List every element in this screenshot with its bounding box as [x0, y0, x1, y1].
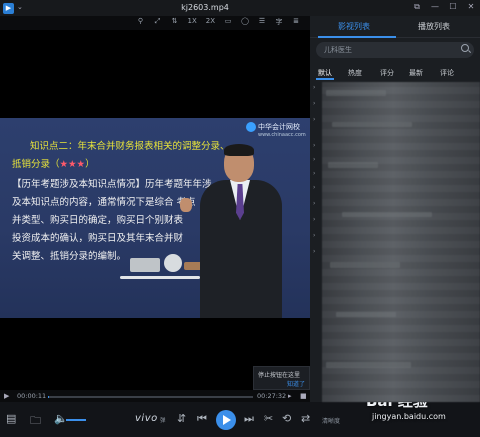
current-time: 00:00:11 [17, 392, 47, 400]
control-bar: ▤ 🗀 🔈 vivo 弹 ⇵ ⏮ ⏭ ✂ ⟲ ⇄ 清晰度 Bai 经验 jing… [0, 392, 480, 437]
watermark-url: jingyan.baidu.com [372, 412, 446, 421]
slide-title-line2: 抵销分录（★★★） [12, 159, 95, 170]
active-tab-indicator [318, 36, 396, 38]
cut-icon[interactable]: ✂ [264, 412, 273, 425]
speed-2x-button[interactable]: 2X [206, 17, 215, 27]
slide-text-line: 并类型、购买日的确定，购买日个别财表 [12, 215, 184, 226]
seek-bar[interactable] [48, 396, 253, 398]
sort-tabs: 默认 热度 评分 最新 评论 [310, 66, 480, 80]
playlist-toggle-icon[interactable]: ▤ [6, 412, 16, 425]
expand-arrow-icon[interactable]: › [313, 100, 315, 107]
close-icon[interactable]: ✕ [466, 2, 476, 12]
previous-icon[interactable]: ⏮ [197, 412, 207, 426]
slide-text-line: 投资成本的确认，购买日及其年末合并财 [12, 233, 184, 244]
total-time: 00:27:32 [257, 392, 287, 400]
small-play-icon[interactable]: ▶ [4, 392, 9, 400]
title-bar: ▶ ⌄ kj2603.mp4 ⧉ — ☐ ✕ [0, 0, 480, 16]
presenter-figure [180, 144, 296, 318]
seek-bar-fill [48, 396, 50, 398]
expand-arrow-icon[interactable]: › [313, 170, 315, 177]
sort-default[interactable]: 默认 [318, 68, 332, 78]
list-icon[interactable]: ☰ [258, 17, 266, 27]
small-stop-icon[interactable]: ■ [300, 392, 307, 400]
video-toolbar: ⚲ ⤢ ⇅ 1X 2X ▭ ◯ ☰ 字 ≣ [0, 16, 310, 30]
expand-arrow-icon[interactable]: › [313, 84, 315, 91]
expand-arrow-icon[interactable]: › [313, 142, 315, 149]
pin-icon[interactable]: ⚲ [137, 17, 145, 27]
video-area[interactable]: 中华会计网校 www.chinaacc.com 知识点二：年末合并财务报表相关的… [0, 30, 310, 390]
search-placeholder: 儿科医生 [324, 46, 352, 54]
mirror-icon[interactable]: ⇄ [301, 412, 310, 425]
mini-mode-icon[interactable]: ⧉ [412, 2, 422, 12]
rating-stars: ★★★ [59, 159, 86, 170]
fullscreen-icon[interactable]: ⤢ [154, 17, 162, 27]
tip-text: 停止按钮在这里 [258, 372, 301, 379]
danmaku-label[interactable]: 弹 [160, 416, 166, 424]
search-icon[interactable] [461, 44, 469, 52]
brand-logo: vivo [135, 413, 158, 424]
open-file-icon[interactable]: 🗀 [30, 412, 41, 431]
brand-logo-icon [246, 122, 256, 132]
minimize-icon[interactable]: — [430, 2, 440, 12]
window-title: kj2603.mp4 [181, 3, 229, 12]
next-icon[interactable]: ⏭ [244, 412, 254, 426]
menu-icon[interactable]: ≣ [292, 17, 300, 27]
blurred-list-content [322, 82, 480, 402]
play-button[interactable] [216, 410, 236, 430]
expand-arrow-icon[interactable]: › [313, 216, 315, 223]
loop-icon[interactable]: ⟲ [282, 412, 291, 425]
lecture-slide: 中华会计网校 www.chinaacc.com 知识点二：年末合并财务报表相关的… [0, 118, 310, 318]
expand-arrow-icon[interactable]: › [313, 184, 315, 191]
slide-text-line: 关调整、抵销分录的编制。 [12, 251, 127, 262]
expand-arrow-icon[interactable]: › [313, 116, 315, 123]
sort-rating[interactable]: 评分 [380, 68, 394, 78]
panel-tabs: 影视列表 播放列表 [310, 16, 480, 38]
tip-dismiss-link[interactable]: 知道了 [287, 379, 305, 388]
screenshot-icon[interactable]: ◯ [241, 17, 249, 27]
sort-indicator [316, 78, 334, 80]
expand-arrow-icon[interactable]: › [313, 248, 315, 255]
tab-playlist[interactable]: 播放列表 [418, 21, 450, 32]
small-next-icon[interactable]: ▸ [288, 392, 292, 400]
maximize-icon[interactable]: ☐ [448, 2, 458, 12]
sort-comments[interactable]: 评论 [440, 68, 454, 78]
sort-latest[interactable]: 最新 [409, 68, 423, 78]
volume-slider[interactable] [66, 419, 86, 421]
expand-arrow-icon[interactable]: › [313, 232, 315, 239]
settings-icon[interactable]: ⇵ [177, 412, 186, 425]
window-controls: ⧉ — ☐ ✕ [412, 2, 476, 12]
progress-bar-row: ▶ 00:00:11 00:27:32 ▸ ■ [0, 390, 310, 402]
side-panel: 影视列表 播放列表 儿科医生 默认 热度 评分 最新 评论 › › › › › … [310, 16, 480, 402]
subtitle-icon[interactable]: 字 [275, 17, 283, 27]
screen-icon[interactable]: ▭ [224, 17, 232, 27]
video-list[interactable]: › › › › › › › › › › › [310, 82, 480, 402]
sort-popular[interactable]: 热度 [348, 68, 362, 78]
flip-icon[interactable]: ⇅ [171, 17, 179, 27]
slide-text-line: 及本知识点的内容，通常情况下是综合 考点 [12, 197, 196, 208]
tab-video-list[interactable]: 影视列表 [338, 21, 370, 32]
slide-text-line: 【历年考题涉及本知识点情况】历年考题年年涉 [12, 179, 212, 190]
slide-brand: 中华会计网校 www.chinaacc.com [246, 122, 306, 138]
expand-arrow-icon[interactable]: › [313, 156, 315, 163]
speed-1x-button[interactable]: 1X [188, 17, 197, 27]
expand-arrow-icon[interactable]: › [313, 200, 315, 207]
search-input[interactable]: 儿科医生 [316, 42, 474, 58]
stop-button-tip: 停止按钮在这里 知道了 [253, 366, 310, 390]
quality-selector[interactable]: 清晰度 [322, 416, 340, 425]
